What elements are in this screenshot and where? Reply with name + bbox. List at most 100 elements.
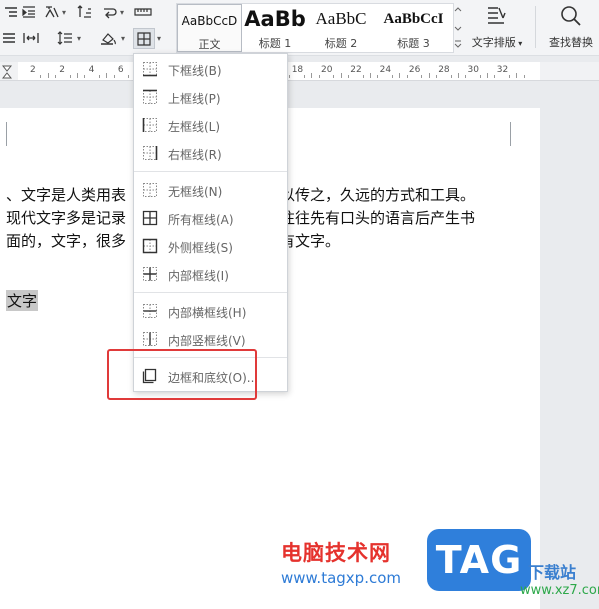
ruler-number: 6	[117, 65, 124, 75]
menu-item-border-top[interactable]: 上框线(P)	[134, 84, 287, 110]
ruler-number: 20	[321, 65, 333, 75]
ruler-tick	[76, 73, 78, 78]
ruler-tick	[457, 73, 459, 78]
style-heading-2[interactable]: AaBbC 标题 2	[308, 4, 374, 52]
ruler-tick	[377, 75, 379, 78]
crop-mark-left	[0, 122, 7, 146]
ruler-number: 22	[350, 65, 362, 75]
chevron-down-icon[interactable]: ▾	[121, 34, 125, 43]
style-normal[interactable]: AaBbCcD 正文	[177, 4, 242, 52]
search-icon	[561, 6, 581, 26]
style-gallery-scroll[interactable]	[453, 3, 463, 51]
ruler-tick	[494, 75, 496, 78]
watermark-url: www.tagxp.com	[281, 569, 401, 587]
toolbar-divider	[535, 6, 536, 48]
menu-item-border-inside[interactable]: 内部框线(I)	[134, 261, 287, 287]
crop-mark-left-h	[0, 146, 6, 147]
indent-icon[interactable]	[20, 3, 38, 21]
ruler-tick	[128, 75, 130, 78]
ruler-tick	[69, 75, 71, 78]
ruler-tick	[98, 75, 100, 78]
ruler-tick	[406, 75, 408, 78]
sort-icon[interactable]	[76, 3, 94, 21]
ruler-toggle-icon[interactable]	[134, 3, 152, 21]
chevron-down-icon[interactable]: ▾	[62, 8, 66, 17]
ruler-tick	[318, 75, 320, 78]
border-inside-horizontal-icon	[143, 304, 157, 318]
watermark-right-url: www.xz7.com	[520, 583, 599, 598]
ruler-tick	[54, 75, 56, 78]
ruler-tick	[362, 75, 364, 78]
chevron-down-icon: ▾	[515, 39, 523, 48]
style-heading-1[interactable]: AaBb 标题 1	[242, 4, 308, 52]
style-name: 标题 1	[258, 37, 292, 50]
list-icon[interactable]	[2, 3, 20, 21]
ruler-tick	[113, 75, 115, 78]
style-sample: AaBbCcD	[181, 14, 238, 28]
border-inside-vertical-icon	[143, 332, 157, 346]
border-right-icon	[143, 146, 158, 160]
ruler-number: 26	[408, 65, 421, 75]
style-sample: AaBbCcI	[383, 11, 444, 27]
indent-marker-icon[interactable]	[1, 64, 13, 83]
ruler-tick	[391, 75, 393, 78]
ruler-tick	[340, 73, 342, 78]
ruler-number: 28	[438, 65, 450, 75]
horizontal-ruler[interactable]: 22468101214161820222426283032	[0, 62, 599, 81]
shading-icon[interactable]	[100, 29, 118, 47]
menu-separator	[134, 292, 287, 293]
border-none-icon	[143, 183, 157, 197]
ruler-tick	[509, 75, 511, 78]
border-outside-icon	[142, 238, 158, 254]
watermark-site-name: 电脑技术网	[281, 541, 391, 565]
menu-item-border-none[interactable]: 无框线(N)	[134, 177, 287, 203]
chevron-down-icon[interactable]: ▾	[120, 8, 124, 17]
ruler-tick	[479, 75, 481, 78]
ruler-number: 32	[496, 65, 509, 75]
chevron-down-icon[interactable]: ▾	[157, 34, 161, 43]
ruler-tick	[428, 73, 430, 78]
ruler-tick	[516, 73, 518, 78]
border-all-icon	[137, 31, 151, 46]
menu-separator	[134, 171, 287, 172]
style-name: 标题 2	[324, 37, 358, 50]
selected-text[interactable]: 文字	[6, 290, 39, 311]
ruler-tick	[289, 75, 291, 78]
style-heading-3[interactable]: AaBbCcI 标题 3	[374, 4, 453, 52]
line-break-icon[interactable]	[101, 3, 119, 21]
text-layout-label: 文字排版	[471, 36, 516, 49]
text-layout-button[interactable]: 文字排版 ▾	[466, 3, 528, 51]
ruler-tick	[333, 75, 335, 78]
ruler-number: 2	[30, 65, 36, 75]
ruler-tick	[106, 73, 108, 78]
ruler-number: 18	[291, 65, 304, 75]
menu-item-border-right[interactable]: 右框线(R)	[134, 140, 287, 166]
crop-mark-right	[510, 122, 525, 146]
menu-item-border-outside[interactable]: 外侧框线(S)	[134, 233, 287, 259]
watermark-tag-logo: TAG	[427, 529, 531, 591]
asian-layout-icon[interactable]	[44, 3, 62, 21]
ruler-tick	[421, 75, 423, 78]
menu-item-border-inside-horizontal[interactable]: 内部横框线(H)	[134, 298, 287, 324]
chevron-down-icon[interactable]: ▾	[77, 34, 81, 43]
line-spacing-icon[interactable]	[56, 29, 74, 47]
ruler-tick	[311, 73, 313, 78]
menu-item-border-bottom[interactable]: 下框线(B)	[134, 56, 287, 82]
ruler-tick	[47, 73, 49, 78]
distribute-icon[interactable]	[22, 29, 40, 47]
border-button[interactable]	[133, 28, 155, 49]
ruler-number: 30	[467, 65, 479, 75]
menu-item-border-all[interactable]: 所有框线(A)	[134, 205, 287, 231]
style-name: 正文	[198, 38, 221, 51]
style-sample: AaBbC	[315, 9, 367, 28]
find-replace-button[interactable]: 查找替换	[543, 3, 599, 51]
ruler-tick	[369, 73, 371, 78]
ruler-number: 2	[59, 65, 66, 75]
ruler-tick	[465, 75, 467, 78]
justify-icon[interactable]	[0, 29, 18, 47]
find-replace-label: 查找替换	[549, 36, 593, 49]
menu-item-border-left[interactable]: 左框线(L)	[134, 112, 287, 138]
border-left-icon	[142, 118, 157, 132]
ruler-tick	[84, 75, 86, 78]
style-sample: AaBb	[244, 7, 306, 31]
